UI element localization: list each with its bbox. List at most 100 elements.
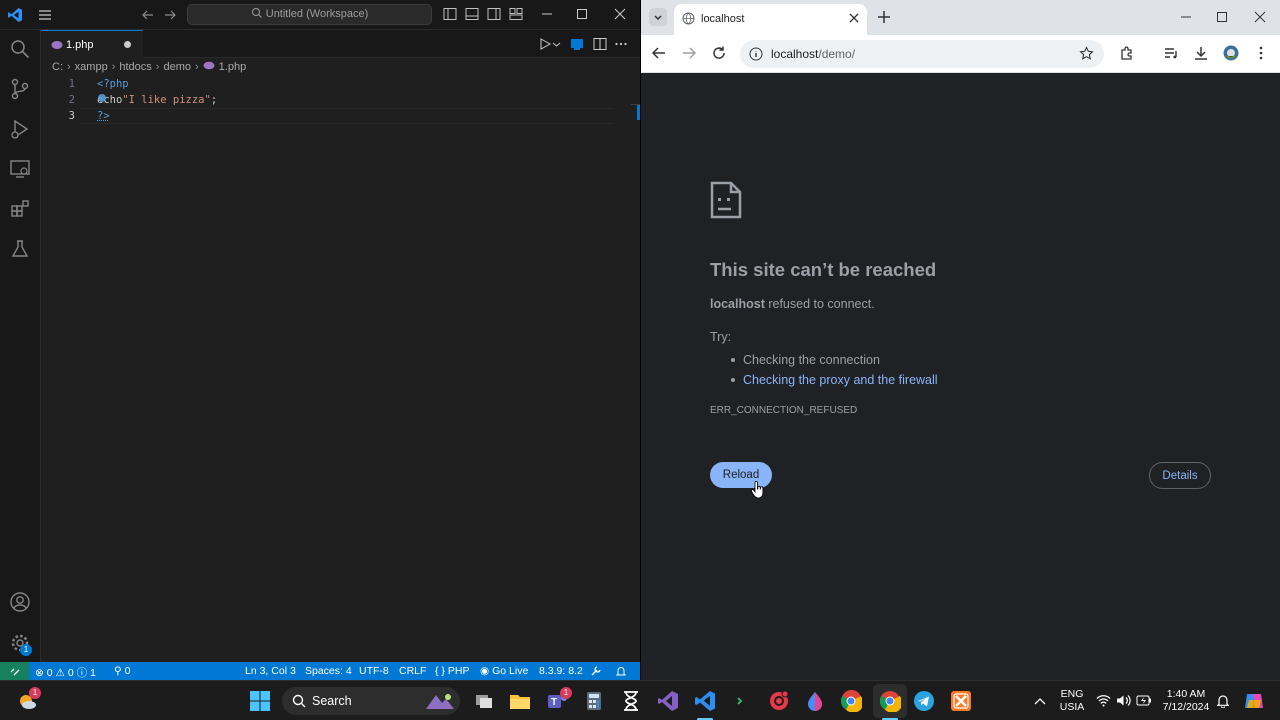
remote-indicator[interactable] bbox=[0, 662, 29, 680]
wifi-icon[interactable] bbox=[1096, 694, 1111, 707]
maximize-icon[interactable] bbox=[576, 8, 588, 20]
reload-icon[interactable] bbox=[711, 45, 727, 61]
battery-charging-icon[interactable] bbox=[1136, 695, 1152, 706]
media-controls-icon[interactable] bbox=[1163, 45, 1179, 61]
split-editor-icon[interactable] bbox=[593, 37, 607, 51]
open-in-browser-icon[interactable] bbox=[570, 37, 584, 51]
telegram-icon[interactable] bbox=[913, 690, 935, 712]
chrome-tab-localhost[interactable]: localhost bbox=[674, 4, 867, 35]
visual-studio-icon[interactable] bbox=[657, 690, 679, 712]
hourglass-icon[interactable] bbox=[620, 690, 642, 712]
calculator-icon[interactable] bbox=[583, 690, 605, 712]
close-window-icon[interactable] bbox=[1254, 11, 1266, 23]
chrome-menu-icon[interactable] bbox=[1253, 45, 1269, 61]
scrollbar-track[interactable] bbox=[631, 104, 640, 105]
minimize-icon[interactable] bbox=[541, 8, 553, 20]
testing-flask-icon[interactable] bbox=[9, 238, 31, 260]
suggestion-link-proxy[interactable]: Checking the proxy and the firewall bbox=[731, 370, 938, 390]
command-center-search[interactable]: Untitled (Workspace) bbox=[187, 4, 432, 25]
toggle-secondary-sidebar-icon[interactable] bbox=[487, 7, 501, 21]
extensions-puzzle-icon[interactable] bbox=[1119, 45, 1135, 61]
screen-recorder-icon[interactable] bbox=[768, 690, 790, 712]
toggle-panel-icon[interactable] bbox=[465, 7, 479, 21]
close-icon[interactable] bbox=[614, 8, 626, 20]
run-debug-icon[interactable] bbox=[9, 118, 31, 140]
hamburger-menu-icon[interactable] bbox=[37, 7, 53, 23]
customize-layout-icon[interactable] bbox=[509, 7, 523, 21]
paint-icon[interactable] bbox=[804, 690, 826, 712]
vscode-icon[interactable] bbox=[694, 690, 716, 712]
task-view-icon[interactable] bbox=[473, 690, 495, 712]
chrome-icon[interactable] bbox=[840, 690, 862, 712]
breadcrumb-file[interactable]: 1.php bbox=[219, 61, 247, 73]
breadcrumb-drive[interactable]: C: bbox=[52, 61, 63, 73]
chrome-active-icon[interactable] bbox=[879, 690, 901, 712]
maximize-icon[interactable] bbox=[1216, 11, 1228, 23]
downloads-icon[interactable] bbox=[1193, 45, 1209, 61]
forward-arrow-icon[interactable] bbox=[681, 45, 697, 61]
new-tab-plus-icon[interactable] bbox=[877, 10, 891, 24]
back-arrow-icon[interactable] bbox=[651, 45, 667, 61]
bookmark-star-icon[interactable] bbox=[1079, 46, 1094, 61]
notification-bell-icon[interactable] bbox=[1217, 694, 1229, 708]
breadcrumb-htdocs[interactable]: htdocs bbox=[119, 61, 151, 73]
code-editor[interactable]: 1 <?php 2 echo"I like pizza"; 3 ?> bbox=[41, 76, 640, 662]
file-explorer-icon[interactable] bbox=[509, 690, 531, 712]
warning-count: 0 bbox=[67, 667, 74, 679]
language-mode[interactable]: { } PHP bbox=[435, 665, 469, 677]
run-icon[interactable] bbox=[538, 37, 552, 51]
back-arrow-icon[interactable] bbox=[140, 7, 156, 23]
site-info-icon[interactable] bbox=[749, 47, 763, 61]
ports-status[interactable]: ⚲ 0 bbox=[114, 665, 130, 677]
tab-search-button[interactable] bbox=[649, 8, 667, 26]
accounts-icon[interactable] bbox=[9, 591, 31, 613]
scrollbar-cursor-marker[interactable] bbox=[637, 104, 640, 120]
terminal-icon[interactable] bbox=[731, 690, 753, 712]
forward-arrow-icon[interactable] bbox=[162, 7, 178, 23]
code-line[interactable]: 1 <?php bbox=[41, 76, 573, 92]
line-number: 2 bbox=[68, 94, 75, 106]
extensions-icon[interactable] bbox=[9, 198, 31, 220]
taskbar-search-box[interactable]: Search bbox=[282, 687, 460, 715]
show-hidden-icons-chevron-icon[interactable] bbox=[1034, 696, 1046, 706]
clock[interactable]: 1:40 AM 7/12/2024 bbox=[1158, 688, 1214, 714]
go-live-button[interactable]: ◉ Go Live bbox=[480, 665, 528, 677]
remote-explorer-icon[interactable] bbox=[9, 158, 31, 180]
close-tab-icon[interactable] bbox=[849, 13, 859, 23]
volume-icon[interactable] bbox=[1116, 694, 1131, 707]
notifications-bell-icon[interactable] bbox=[615, 665, 627, 677]
breadcrumb-demo[interactable]: demo bbox=[163, 61, 191, 73]
chrome-window: localhost localhost/demo/ This site can’… bbox=[641, 0, 1280, 680]
php-version[interactable]: 8.3.9: 8.2 bbox=[539, 665, 583, 677]
cursor-position[interactable]: Ln 3, Col 3 bbox=[245, 665, 296, 677]
start-icon[interactable] bbox=[249, 690, 271, 712]
tab-1-php[interactable]: 1.php bbox=[41, 30, 143, 58]
more-actions-icon[interactable] bbox=[614, 37, 628, 51]
address-bar[interactable]: localhost/demo/ bbox=[740, 40, 1104, 68]
lightbulb-icon[interactable] bbox=[98, 94, 106, 102]
run-dropdown-chevron-icon[interactable] bbox=[552, 37, 561, 51]
teams-badge: 1 bbox=[560, 687, 572, 699]
wrench-icon[interactable] bbox=[590, 665, 602, 677]
error-desc-text: refused to connect. bbox=[764, 297, 875, 311]
indentation[interactable]: Spaces: 4 bbox=[305, 665, 352, 677]
xampp-icon[interactable] bbox=[950, 690, 972, 712]
explorer-icon[interactable] bbox=[9, 38, 31, 60]
clock-time: 1:40 AM bbox=[1166, 688, 1206, 700]
encoding[interactable]: UTF-8 bbox=[359, 665, 389, 677]
unsaved-dot-icon[interactable] bbox=[124, 41, 131, 48]
source-control-icon[interactable] bbox=[9, 78, 31, 100]
toggle-sidebar-icon[interactable] bbox=[443, 7, 457, 21]
windows-taskbar: 1 Search T 1 ENG USIA 1:40 AM 7/12/2024 bbox=[0, 680, 1280, 720]
details-button[interactable]: Details bbox=[1149, 462, 1211, 489]
breadcrumb-xampp[interactable]: xampp bbox=[75, 61, 108, 73]
minimize-icon[interactable] bbox=[1180, 11, 1192, 23]
problems-status[interactable]: ⊗ 0 ⚠ 0 ⓘ 1 bbox=[35, 665, 96, 680]
copilot-icon[interactable] bbox=[1243, 690, 1265, 712]
profile-avatar-icon[interactable] bbox=[1223, 45, 1239, 61]
code-line[interactable]: 2 echo"I like pizza"; bbox=[41, 92, 573, 108]
input-language[interactable]: ENG USIA bbox=[1058, 688, 1086, 714]
end-of-line[interactable]: CRLF bbox=[399, 665, 426, 677]
code-line[interactable]: 3 ?> bbox=[41, 108, 573, 124]
url-text[interactable]: localhost/demo/ bbox=[771, 47, 855, 61]
